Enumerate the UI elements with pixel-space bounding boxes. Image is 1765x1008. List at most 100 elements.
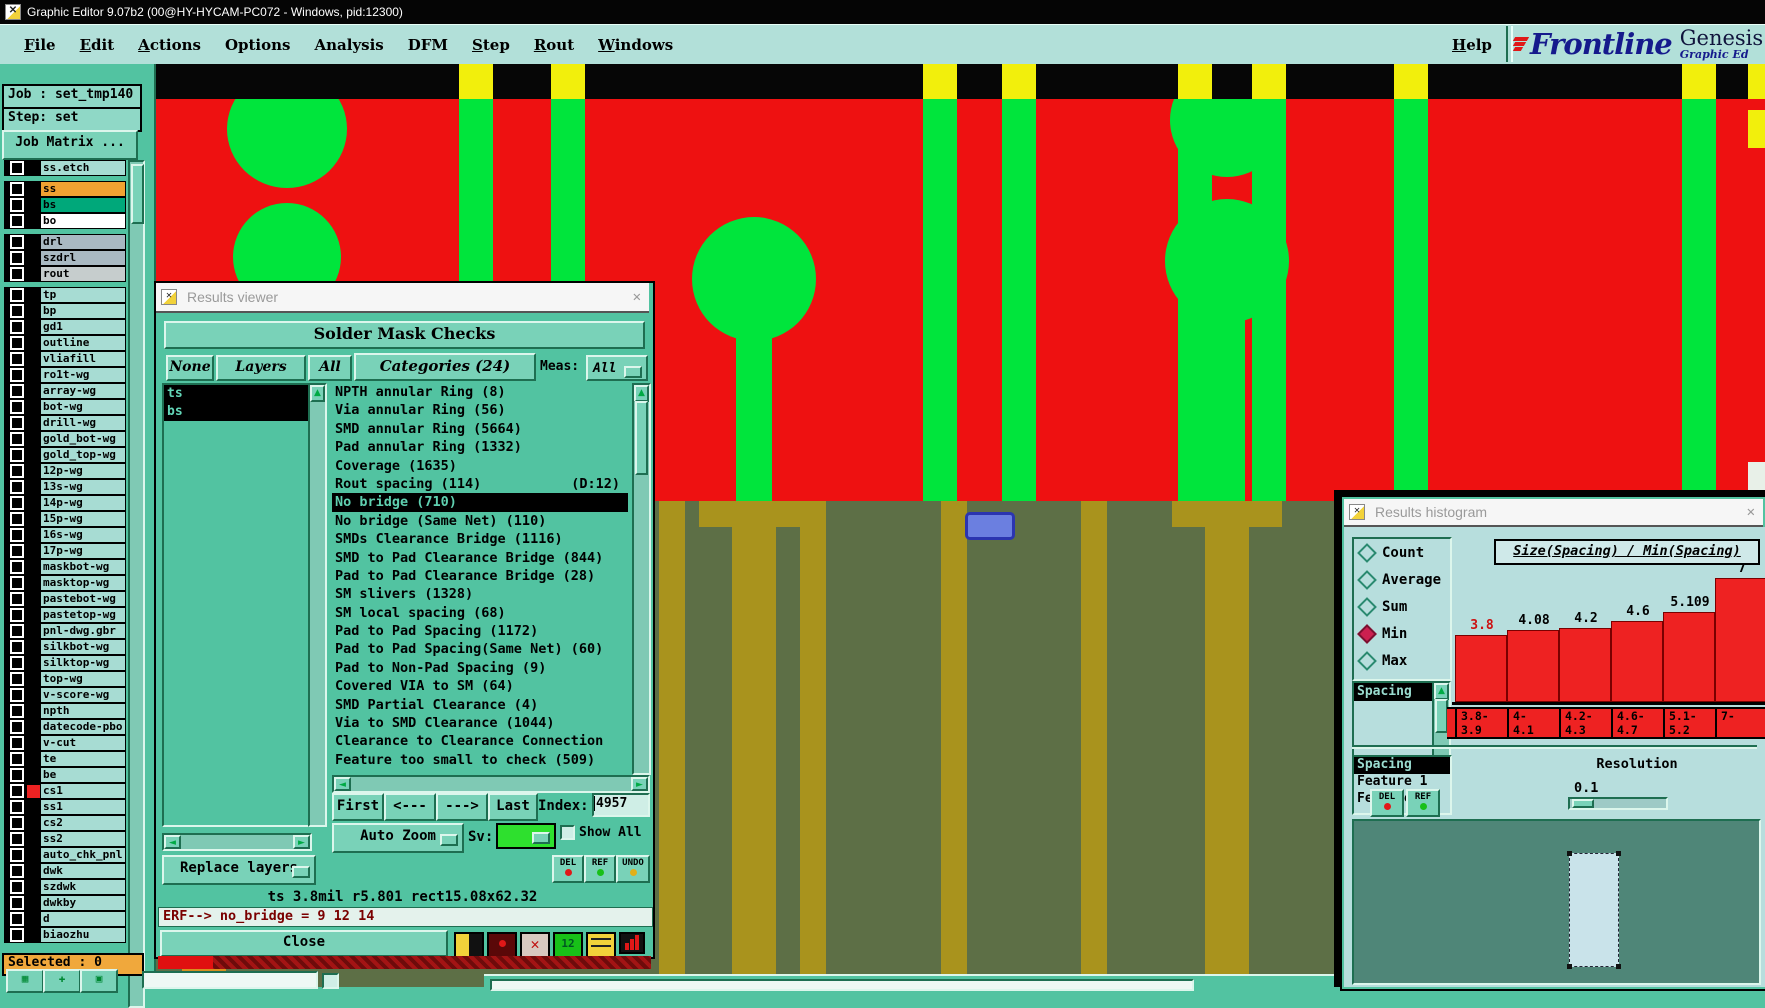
layer-row[interactable]: 13s-wg [4, 479, 126, 495]
layer-checkbox[interactable] [10, 512, 24, 526]
layer-checkbox[interactable] [10, 688, 24, 702]
layer-row[interactable]: pastetop-wg [4, 607, 126, 623]
category-row[interactable]: NPTH annular Ring (8) [332, 383, 628, 401]
layer-checkbox[interactable] [10, 448, 24, 462]
menu-item-help[interactable]: Help [1452, 32, 1492, 58]
job-matrix-button[interactable]: Job Matrix ... [2, 130, 138, 160]
layer-row[interactable]: npth [4, 703, 126, 719]
resolution-slider[interactable] [1568, 797, 1668, 810]
show-all-checkbox[interactable] [560, 825, 575, 840]
menu-item[interactable]: Options [225, 32, 291, 58]
layer-row[interactable]: 14p-wg [4, 495, 126, 511]
layer-checkbox[interactable] [10, 464, 24, 478]
layer-row[interactable]: v-cut [4, 735, 126, 751]
category-row[interactable]: SMD Partial Clearance (4) [332, 696, 628, 714]
layer-row[interactable]: vliafill [4, 351, 126, 367]
layer-row[interactable]: pnl-dwg.gbr [4, 623, 126, 639]
layer-row[interactable]: gold_top-wg [4, 447, 126, 463]
toolbar-button-grid-icon[interactable]: ▦ [6, 969, 44, 993]
layer-row[interactable]: bot-wg [4, 399, 126, 415]
layer-row[interactable]: ss1 [4, 799, 126, 815]
menu-item[interactable]: Step [472, 32, 510, 58]
layer-checkbox[interactable] [10, 656, 24, 670]
layer-row[interactable]: v-score-wg [4, 687, 126, 703]
show-all-option[interactable]: Show All [560, 825, 642, 840]
radio-diamond-icon[interactable] [1357, 542, 1377, 563]
viewer-layer-item[interactable]: bs [164, 403, 310, 421]
ref-button[interactable]: REF [584, 855, 616, 883]
layer-row[interactable]: silkbot-wg [4, 639, 126, 655]
slider-thumb[interactable] [1572, 799, 1594, 808]
layer-row[interactable]: d [4, 911, 126, 927]
layer-checkbox[interactable] [10, 832, 24, 846]
menu-item[interactable]: Rout [534, 32, 574, 58]
close-button[interactable]: Close [160, 930, 448, 957]
layer-row[interactable]: ro1t-wg [4, 367, 126, 383]
layer-checkbox[interactable] [10, 816, 24, 830]
first-button[interactable]: First [332, 793, 384, 821]
menu-item[interactable]: Actions [138, 32, 201, 58]
stat-option[interactable]: Count [1354, 539, 1450, 566]
menu-item[interactable]: Analysis [314, 32, 383, 58]
layer-row[interactable]: drl [4, 234, 126, 250]
layer-row[interactable]: auto_chk_pnl [4, 847, 126, 863]
layer-checkbox[interactable] [10, 576, 24, 590]
radio-diamond-icon[interactable] [1357, 569, 1377, 590]
viewer-layer-hscrollbar[interactable]: ◄ ► [162, 833, 312, 851]
layer-checkbox[interactable] [10, 864, 24, 878]
scroll-right-icon[interactable]: ► [631, 777, 648, 791]
category-row[interactable]: Pad to Pad Clearance Bridge (28) [332, 567, 628, 585]
layer-checkbox[interactable] [10, 544, 24, 558]
measure-12-icon[interactable]: 12 [553, 932, 583, 958]
layer-checkbox[interactable] [10, 496, 24, 510]
scroll-up-icon[interactable]: ▲ [1434, 683, 1449, 700]
layer-row[interactable]: cs2 [4, 815, 126, 831]
layer-checkbox[interactable] [10, 235, 24, 249]
layer-checkbox[interactable] [10, 848, 24, 862]
stat-selector[interactable]: Count Average Sum Min Max [1352, 537, 1452, 681]
layer-row[interactable]: pastebot-wg [4, 591, 126, 607]
results-viewer-titlebar[interactable]: ✕ Results viewer ✕ [156, 283, 649, 313]
undo-button[interactable]: UNDO [616, 855, 650, 883]
layer-checkbox[interactable] [10, 560, 24, 574]
scroll-up-icon[interactable]: ▲ [634, 385, 649, 402]
toolbar-button-plus-icon[interactable]: ✚ [43, 969, 81, 993]
category-row[interactable]: SMD annular Ring (5664) [332, 420, 628, 438]
layer-checkbox[interactable] [10, 416, 24, 430]
category-row[interactable]: SMD to Pad Clearance Bridge (844) [332, 549, 628, 567]
category-row[interactable]: No bridge (Same Net) (110) [332, 512, 628, 530]
layer-checkbox[interactable] [10, 736, 24, 750]
layer-row[interactable]: datecode-pbo [4, 719, 126, 735]
radio-diamond-icon[interactable] [1357, 650, 1377, 671]
layer-row[interactable]: gold_bot-wg [4, 431, 126, 447]
hist-del-button[interactable]: DEL [1370, 789, 1404, 817]
meas-dropdown[interactable]: All [586, 355, 648, 381]
stat-option[interactable]: Average [1354, 566, 1450, 593]
layer-checkbox[interactable] [10, 336, 24, 350]
layer-checkbox[interactable] [10, 198, 24, 212]
layer-checkbox[interactable] [10, 784, 24, 798]
layer-row[interactable]: tp [4, 287, 126, 303]
scrollbar-thumb[interactable] [635, 401, 648, 475]
layer-row[interactable]: masktop-wg [4, 575, 126, 591]
layer-row[interactable]: ss2 [4, 831, 126, 847]
layer-row[interactable]: szdrl [4, 250, 126, 266]
layer-checkbox[interactable] [10, 182, 24, 196]
sv-color-dropdown[interactable] [496, 823, 556, 849]
layer-row[interactable]: array-wg [4, 383, 126, 399]
layer-list-scrollbar[interactable] [128, 160, 145, 1008]
layer-checkbox[interactable] [10, 214, 24, 228]
layer-checkbox[interactable] [10, 752, 24, 766]
viewer-layer-list[interactable]: ts bs [162, 383, 312, 827]
category-row[interactable]: Clearance to Clearance Connection [332, 732, 628, 750]
layer-row[interactable]: 12p-wg [4, 463, 126, 479]
category-row[interactable]: SM slivers (1328) [332, 585, 628, 603]
layer-checkbox[interactable] [10, 928, 24, 942]
delete-x-icon[interactable]: ✕ [520, 932, 550, 958]
category-scrollbar[interactable]: ▲ [632, 383, 651, 775]
layer-row[interactable]: bs [4, 197, 126, 213]
layer-checkbox[interactable] [10, 320, 24, 334]
layer-checkbox[interactable] [10, 592, 24, 606]
close-icon[interactable]: ✕ [633, 289, 641, 305]
category-row[interactable]: Pad to Non-Pad Spacing (9) [332, 659, 628, 677]
